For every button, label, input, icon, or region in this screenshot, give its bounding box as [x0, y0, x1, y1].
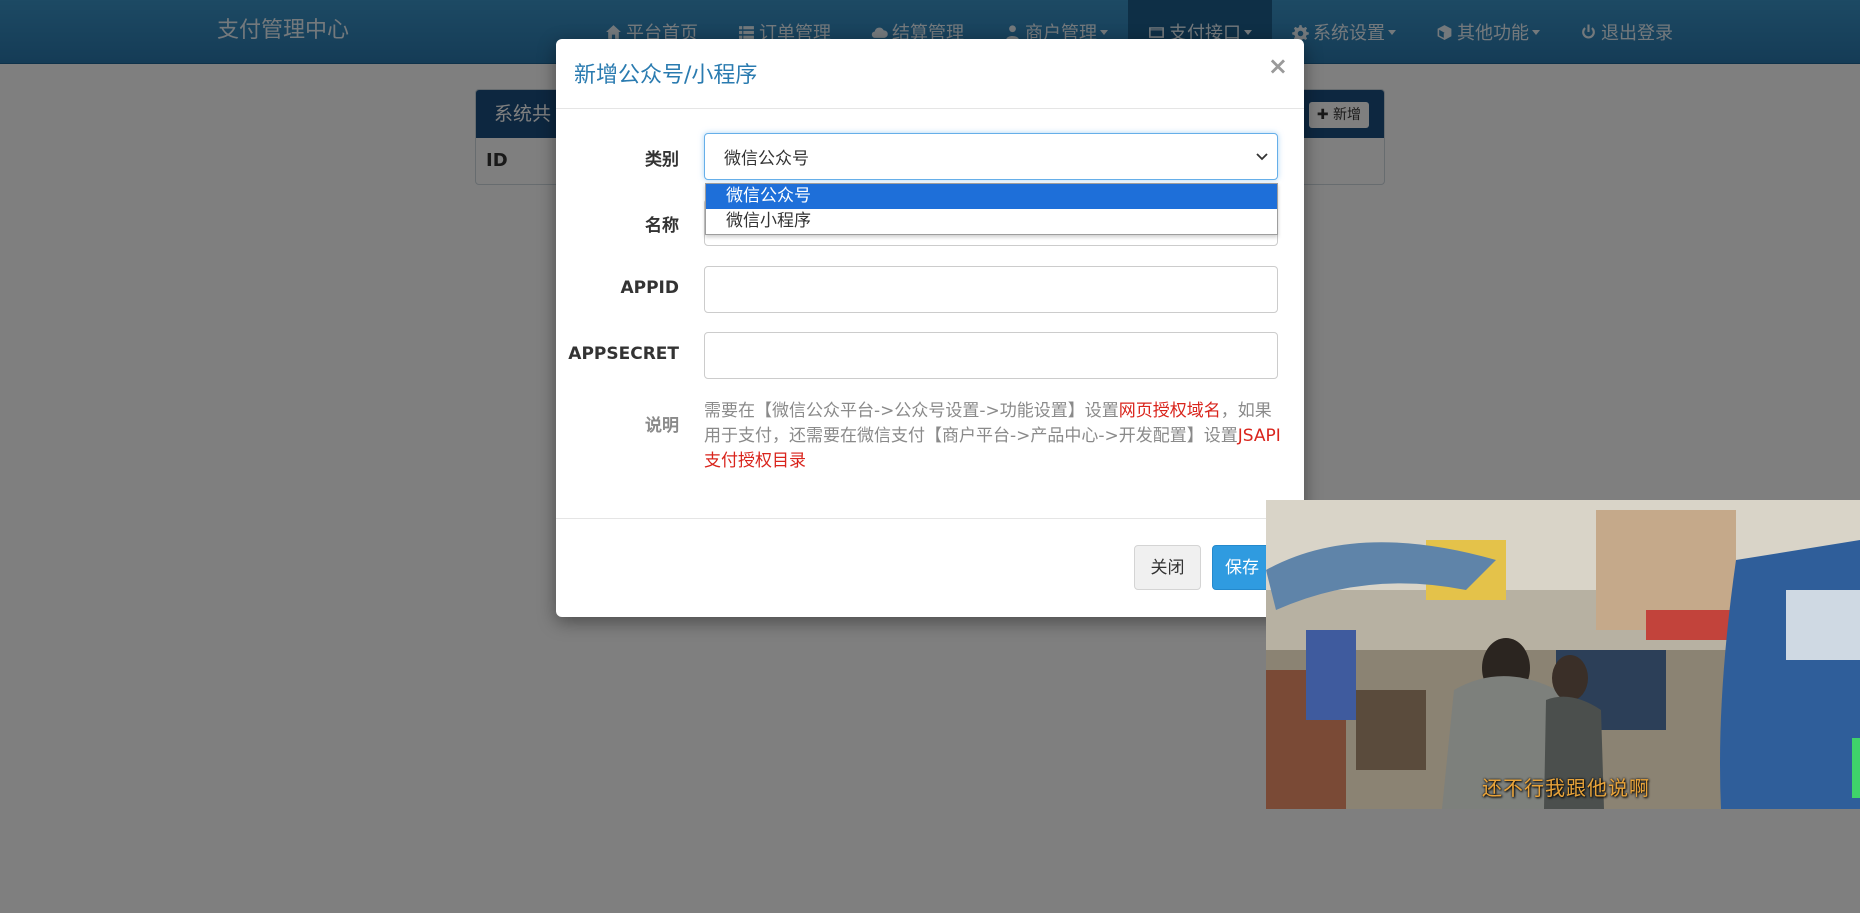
modal-header: 新增公众号/小程序 × — [556, 39, 1304, 109]
add-account-modal: 新增公众号/小程序 × 类别 微信公众号 微信公众号 微信小程序 名称 APPI… — [556, 39, 1304, 617]
note-label: 说明 — [645, 416, 679, 436]
chevron-down-icon — [1256, 153, 1268, 161]
category-dropdown-list: 微信公众号 微信小程序 — [705, 183, 1278, 235]
category-select[interactable]: 微信公众号 — [704, 133, 1278, 180]
modal-title: 新增公众号/小程序 — [574, 63, 758, 88]
appsecret-input[interactable] — [704, 332, 1278, 379]
close-button[interactable]: 关闭 — [1134, 545, 1201, 590]
appsecret-label: APPSECRET — [568, 344, 679, 364]
appid-label: APPID — [620, 278, 679, 298]
video-frame — [1266, 500, 1860, 809]
category-select-value: 微信公众号 — [724, 149, 809, 169]
video-subtitle: 还不行我跟他说啊 — [1482, 776, 1650, 800]
close-icon[interactable]: × — [1268, 52, 1288, 80]
dropdown-option-official-account[interactable]: 微信公众号 — [706, 184, 1277, 209]
oauth-domain-highlight: 网页授权域名 — [1118, 401, 1221, 421]
dropdown-option-mini-program[interactable]: 微信小程序 — [706, 209, 1277, 234]
appid-input[interactable] — [704, 266, 1278, 313]
help-text-part: 需要在【微信公众平台->公众号设置->功能设置】设置 — [704, 401, 1119, 421]
floating-video-player[interactable]: 还不行我跟他说啊 — [1266, 500, 1860, 809]
name-label: 名称 — [645, 216, 679, 236]
category-label: 类别 — [645, 150, 679, 170]
help-text: 需要在【微信公众平台->公众号设置->功能设置】设置网页授权域名，如果用于支付，… — [704, 399, 1284, 474]
